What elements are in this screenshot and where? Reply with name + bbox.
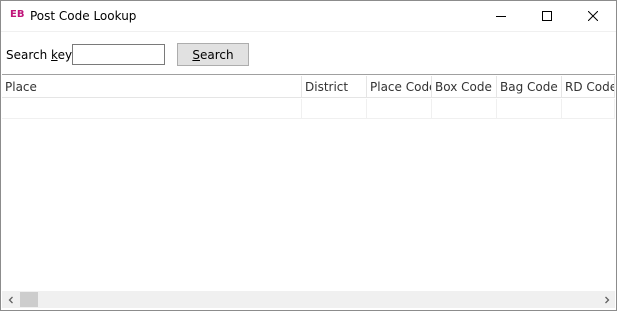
column-header-place-code[interactable]: Place Code (367, 76, 432, 98)
horizontal-scrollbar[interactable] (2, 291, 615, 308)
column-header-district[interactable]: District (302, 76, 367, 98)
column-header-box-code[interactable]: Box Code (432, 76, 497, 98)
search-button-accelerator: S (192, 47, 200, 62)
maximize-icon (542, 11, 552, 21)
search-key-input[interactable] (72, 44, 165, 65)
maximize-button[interactable] (524, 1, 570, 31)
scroll-left-button[interactable] (2, 291, 19, 308)
search-label-prefix: Search (6, 48, 52, 62)
cell-box-code[interactable] (432, 99, 497, 119)
search-button[interactable]: Search (177, 43, 249, 66)
cell-place[interactable] (2, 99, 302, 119)
chevron-right-icon (604, 296, 609, 303)
cell-place-code[interactable] (367, 99, 432, 119)
chevron-left-icon (8, 296, 13, 303)
close-icon (588, 11, 598, 21)
results-grid[interactable]: Place District Place Code Box Code Bag C… (2, 74, 615, 310)
column-header-place[interactable]: Place (2, 76, 302, 98)
title-separator (1, 31, 616, 32)
cell-district[interactable] (302, 99, 367, 119)
search-button-label: earch (200, 47, 234, 62)
column-header-rd-code[interactable]: RD Code (562, 76, 615, 98)
table-row-empty[interactable] (2, 99, 615, 119)
scroll-thumb[interactable] (20, 292, 38, 307)
search-key-label: Search key: (6, 48, 75, 62)
app-logo: EB (10, 9, 25, 20)
scroll-right-button[interactable] (598, 291, 615, 308)
minimize-button[interactable] (478, 1, 524, 31)
minimize-icon (496, 16, 506, 17)
title-bar[interactable]: EB Post Code Lookup (1, 1, 616, 31)
close-button[interactable] (570, 1, 616, 31)
grid-header: Place District Place Code Box Code Bag C… (2, 76, 615, 98)
window-title: Post Code Lookup (30, 9, 137, 23)
cell-rd-code[interactable] (562, 99, 615, 119)
column-header-bag-code[interactable]: Bag Code (497, 76, 562, 98)
post-code-lookup-window: EB Post Code Lookup Search key: Search P… (0, 0, 617, 311)
cell-bag-code[interactable] (497, 99, 562, 119)
